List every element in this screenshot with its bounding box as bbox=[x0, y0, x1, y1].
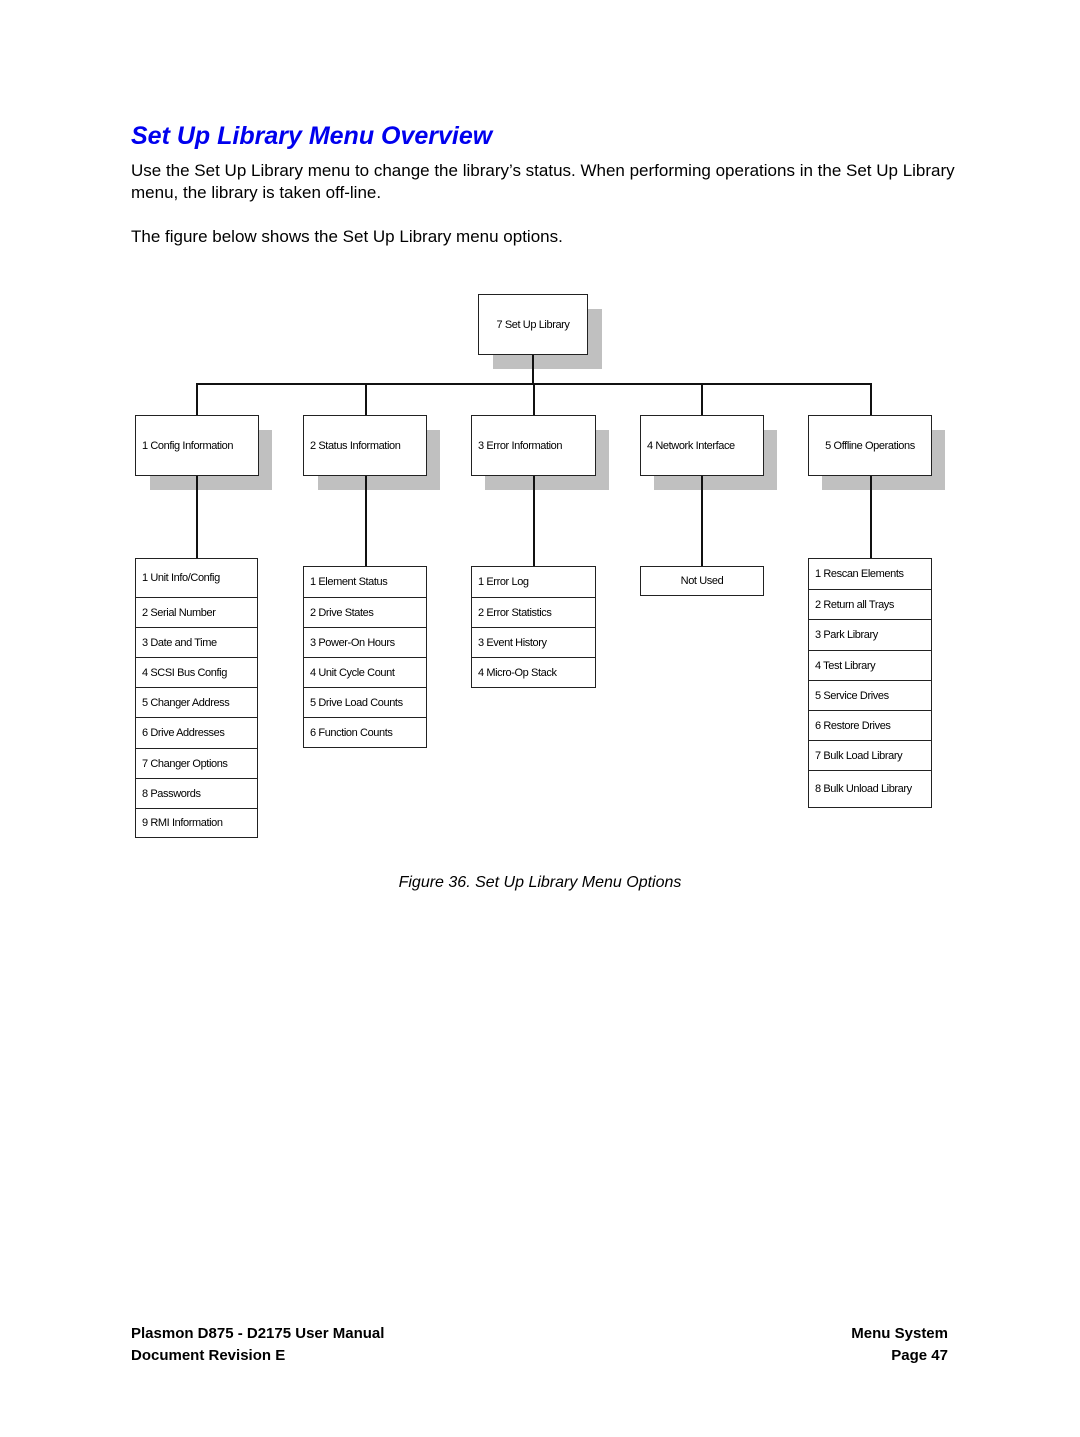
branch-node-offline-operations: 5 Offline Operations bbox=[808, 415, 932, 476]
list-item: 4 Unit Cycle Count bbox=[304, 657, 426, 687]
branch-connector-4 bbox=[701, 383, 703, 415]
footer-page-number: Page 47 bbox=[891, 1347, 948, 1364]
branch-node-error-information: 3 Error Information bbox=[471, 415, 596, 476]
figure-caption: Figure 36. Set Up Library Menu Options bbox=[398, 874, 682, 891]
network-interface-list: Not Used bbox=[640, 566, 764, 596]
offline-operations-list: 1 Rescan Elements 2 Return all Trays 3 P… bbox=[808, 558, 932, 808]
list-item: 2 Error Statistics bbox=[472, 597, 595, 627]
footer-manual-title: Plasmon D875 - D2175 User Manual bbox=[131, 1325, 385, 1342]
list-item-not-used: Not Used bbox=[680, 575, 724, 587]
list-item: 3 Date and Time bbox=[136, 627, 257, 657]
sub-connector-4 bbox=[701, 476, 703, 566]
sub-connector-3 bbox=[533, 476, 535, 566]
branch-node-status-information: 2 Status Information bbox=[303, 415, 427, 476]
list-item: 5 Drive Load Counts bbox=[304, 687, 426, 717]
sub-connector-2 bbox=[365, 476, 367, 566]
footer-section-name: Menu System bbox=[851, 1325, 948, 1342]
branch-node-network-interface: 4 Network Interface bbox=[640, 415, 764, 476]
list-item: 4 Test Library bbox=[809, 650, 931, 680]
list-item: 6 Function Counts bbox=[304, 717, 426, 747]
branch-connector-5 bbox=[870, 383, 872, 415]
page-footer: Plasmon D875 - D2175 User Manual Menu Sy… bbox=[131, 1323, 948, 1367]
list-item: 5 Changer Address bbox=[136, 687, 257, 717]
branch-connector-1 bbox=[196, 383, 198, 415]
branch-node-config-information: 1 Config Information bbox=[135, 415, 259, 476]
list-item: 8 Passwords bbox=[136, 778, 257, 808]
list-item: 6 Drive Addresses bbox=[136, 717, 257, 748]
list-item: 4 Micro-Op Stack bbox=[472, 657, 595, 687]
list-item: 5 Service Drives bbox=[809, 680, 931, 710]
list-item: 2 Serial Number bbox=[136, 597, 257, 627]
footer-document-revision: Document Revision E bbox=[131, 1347, 286, 1364]
branch-connector-2 bbox=[365, 383, 367, 415]
sub-connector-5 bbox=[870, 476, 872, 558]
branch-connector-3 bbox=[533, 383, 535, 415]
list-item: 2 Return all Trays bbox=[809, 589, 931, 619]
error-information-list: 1 Error Log 2 Error Statistics 3 Event H… bbox=[471, 566, 596, 688]
sub-connector-1 bbox=[196, 476, 198, 558]
menu-tree-diagram: 7 Set Up Library 1 Config Information 2 … bbox=[0, 0, 1080, 860]
status-information-list: 1 Element Status 2 Drive States 3 Power-… bbox=[303, 566, 427, 748]
list-item: 3 Park Library bbox=[809, 619, 931, 650]
list-item: 1 Element Status bbox=[310, 576, 388, 588]
list-item: 4 SCSI Bus Config bbox=[136, 657, 257, 687]
root-node: 7 Set Up Library bbox=[478, 294, 588, 355]
list-item: 9 RMI Information bbox=[136, 808, 257, 837]
list-item: 6 Restore Drives bbox=[809, 710, 931, 740]
config-information-list: 1 Unit Info/Config 2 Serial Number 3 Dat… bbox=[135, 558, 258, 838]
list-item: 8 Bulk Unload Library bbox=[809, 770, 931, 807]
list-item: 1 Rescan Elements bbox=[815, 568, 904, 580]
list-item: 1 Unit Info/Config bbox=[142, 572, 220, 584]
list-item: 3 Event History bbox=[472, 627, 595, 657]
list-item: 7 Bulk Load Library bbox=[809, 740, 931, 770]
list-item: 3 Power-On Hours bbox=[304, 627, 426, 657]
list-item: 1 Error Log bbox=[478, 576, 529, 588]
list-item: 7 Changer Options bbox=[136, 748, 257, 778]
list-item: 2 Drive States bbox=[304, 597, 426, 627]
root-connector bbox=[532, 355, 534, 384]
